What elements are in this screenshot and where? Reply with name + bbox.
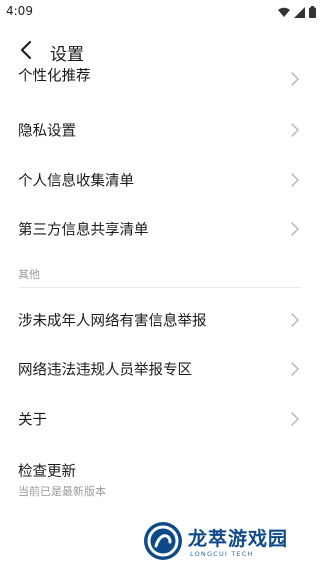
chevron-right-icon xyxy=(291,222,299,236)
row-label: 关于 xyxy=(18,412,47,429)
chevron-right-icon xyxy=(291,173,299,187)
watermark-title: 龙萃游戏园 xyxy=(188,528,289,550)
row-personal-info-list[interactable]: 个人信息收集清单 xyxy=(0,160,320,200)
signal-icon xyxy=(294,6,305,18)
wifi-icon xyxy=(278,7,290,17)
watermark-logo: 龙萃游戏园 LONGCUI TECH xyxy=(140,518,320,568)
row-third-party-sharing-list[interactable]: 第三方信息共享清单 xyxy=(0,209,320,249)
watermark-emblem-icon xyxy=(144,522,182,560)
row-about[interactable]: 关于 xyxy=(0,399,320,439)
row-label: 第三方信息共享清单 xyxy=(18,222,149,239)
chevron-right-icon xyxy=(291,72,299,86)
version-status-text: 当前已是最新版本 xyxy=(18,485,106,498)
row-check-update[interactable]: 检查更新 当前已是最新版本 xyxy=(0,450,320,504)
back-button[interactable] xyxy=(14,38,38,62)
chevron-right-icon xyxy=(291,313,299,327)
chevron-right-icon xyxy=(291,412,299,426)
chevron-right-icon xyxy=(291,362,299,376)
swirl-icon xyxy=(147,525,179,557)
watermark-subtitle: LONGCUI TECH xyxy=(190,550,254,558)
row-label: 网络违法违规人员举报专区 xyxy=(18,362,192,379)
chevron-left-icon xyxy=(21,41,31,59)
row-label: 涉未成年人网络有害信息举报 xyxy=(18,313,207,330)
row-label: 隐私设置 xyxy=(18,123,76,140)
row-illegal-personnel-report[interactable]: 网络违法违规人员举报专区 xyxy=(0,349,320,389)
row-privacy-settings[interactable]: 隐私设置 xyxy=(0,110,320,150)
check-update-label: 检查更新 xyxy=(18,464,76,480)
battery-icon xyxy=(309,6,316,18)
row-label: 个性化推荐 xyxy=(18,68,91,85)
row-personalized-recommendation[interactable]: 个性化推荐 xyxy=(0,62,320,94)
status-bar: 4:09 xyxy=(0,0,320,24)
chevron-right-icon xyxy=(291,123,299,137)
status-time: 4:09 xyxy=(6,4,33,18)
section-divider xyxy=(18,287,302,288)
section-header-other: 其他 xyxy=(18,268,40,281)
row-label: 个人信息收集清单 xyxy=(18,173,134,190)
row-minor-harmful-info-report[interactable]: 涉未成年人网络有害信息举报 xyxy=(0,300,320,340)
status-icons xyxy=(278,5,316,19)
